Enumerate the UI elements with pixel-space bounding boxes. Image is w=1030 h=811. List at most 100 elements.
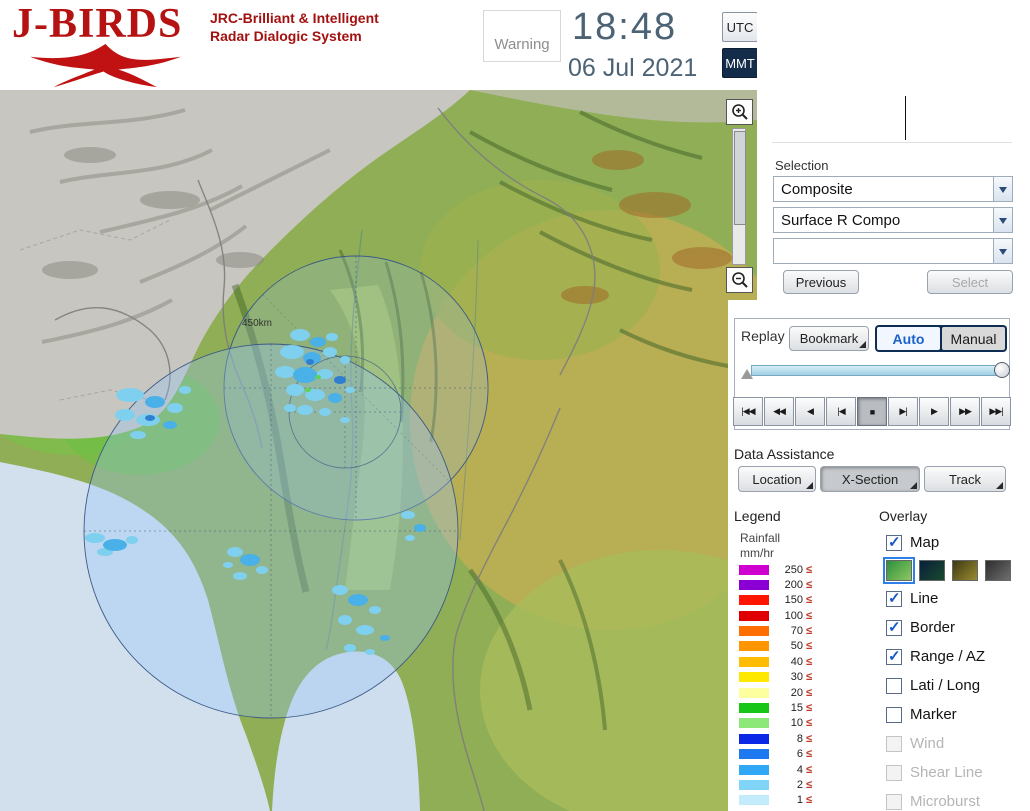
legend-color-swatch xyxy=(739,795,769,806)
legend-entry: 6 ≤ xyxy=(739,748,812,760)
less-equal-symbol: ≤ xyxy=(806,686,813,699)
checkbox-shear-line xyxy=(886,764,902,781)
legend-color-swatch xyxy=(739,703,769,714)
previous-button[interactable]: Previous xyxy=(783,270,859,294)
playback-fast-rewind-button[interactable]: ◀◀ xyxy=(764,397,794,426)
playback-play-button[interactable]: ▶ xyxy=(919,397,949,426)
mmt-toggle-button[interactable]: MMT xyxy=(722,48,758,78)
overlay-item-marker[interactable]: Marker xyxy=(886,700,1026,729)
overlay-item-map[interactable]: Map xyxy=(886,528,1026,557)
manual-mode-button[interactable]: Manual xyxy=(942,327,1005,350)
track-button[interactable]: Track xyxy=(924,466,1006,492)
zoom-out-button[interactable] xyxy=(726,267,753,293)
legend-entry: 15 ≤ xyxy=(739,702,813,715)
checkbox-range-az[interactable] xyxy=(886,647,902,665)
chevron-down-icon[interactable] xyxy=(993,208,1012,232)
replay-timeline-slider[interactable] xyxy=(741,362,1010,379)
checkbox-wind xyxy=(886,735,902,752)
overlay-item-range-az[interactable]: Range / AZ xyxy=(886,642,1026,671)
station-display[interactable] xyxy=(772,92,1012,143)
playback-step-back-button[interactable]: |◀ xyxy=(826,397,856,426)
overlay-item-label: Range / AZ xyxy=(910,648,986,665)
chevron-down-icon[interactable] xyxy=(993,239,1012,263)
app-logo-subtitle-line2: Radar Dialogic System xyxy=(210,28,362,44)
selection-dropdowns: Composite Surface R Compo xyxy=(773,176,1013,264)
overlay-item-label: Line xyxy=(910,590,939,607)
x-section-button[interactable]: X-Section xyxy=(820,466,920,492)
data-assistance-label: Data Assistance xyxy=(734,446,835,462)
legend-value: 8 xyxy=(796,732,803,745)
legend-value: 20 xyxy=(790,686,803,699)
selection-dropdown-2[interactable] xyxy=(773,238,1013,264)
utc-toggle-button[interactable]: UTC xyxy=(722,12,758,42)
map-viewport[interactable]: 450km xyxy=(0,90,757,811)
map-style-swatches xyxy=(883,557,1026,584)
map-style-terrain-green[interactable] xyxy=(883,557,915,584)
selection-dropdown-0[interactable]: Composite xyxy=(773,176,1013,202)
legend-value: 70 xyxy=(790,625,803,638)
overlay-item-label: Lati / Long xyxy=(910,677,981,694)
radar-composite-map[interactable]: 450km xyxy=(0,90,757,811)
auto-mode-button[interactable]: Auto xyxy=(877,327,940,350)
map-style-olive[interactable] xyxy=(952,560,978,581)
legend-scale: 250 ≤200 ≤150 ≤100 ≤70 ≤50 ≤40 ≤30 ≤20 ≤15 ≤10 ≤8 ≤6… xyxy=(739,564,812,806)
bookmark-button[interactable]: Bookmark xyxy=(789,326,869,351)
overlay-item-label: Map xyxy=(910,534,940,551)
dropdown-value: Composite xyxy=(781,180,853,198)
timeline-handle[interactable] xyxy=(994,362,1010,378)
playback-controls: |◀◀ ◀◀ ◀ |◀ ■ ▶| ▶ ▶▶ ▶▶| xyxy=(733,397,1011,426)
overlay-item-microburst: Microburst xyxy=(886,787,1026,811)
less-equal-symbol: ≤ xyxy=(806,702,813,715)
timeline-track[interactable] xyxy=(751,365,1003,376)
legend-value: 40 xyxy=(790,655,803,668)
checkbox-marker[interactable] xyxy=(886,706,902,723)
playback-jump-start-button[interactable]: |◀◀ xyxy=(733,397,763,426)
legend-color-swatch xyxy=(739,564,769,575)
text-cursor xyxy=(905,96,906,140)
zoom-out-icon xyxy=(731,272,748,288)
map-style-dark-blue[interactable] xyxy=(919,560,945,581)
less-equal-symbol: ≤ xyxy=(806,609,813,622)
playback-step-forward-button[interactable]: ▶| xyxy=(888,397,918,426)
clock-date: 06 Jul 2021 xyxy=(568,54,698,82)
legend-entry: 10 ≤ xyxy=(739,717,812,730)
replay-section: Replay Bookmark Auto Manual |◀◀ ◀◀ ◀ |◀ ■ ▶| ▶… xyxy=(733,318,1011,430)
map-style-dark-gray[interactable] xyxy=(985,560,1011,581)
legend-entry: 1 ≤ xyxy=(739,794,812,806)
replay-label: Replay xyxy=(741,328,785,344)
playback-stop-button[interactable]: ■ xyxy=(857,397,887,426)
legend-value: 200 xyxy=(784,578,803,591)
legend-color-swatch xyxy=(739,718,769,729)
legend-value: 100 xyxy=(784,609,803,622)
warning-label: Warning xyxy=(494,36,550,53)
checkbox-line[interactable] xyxy=(886,589,902,607)
less-equal-symbol: ≤ xyxy=(806,625,813,638)
playback-jump-end-button[interactable]: ▶▶| xyxy=(981,397,1011,426)
less-equal-symbol: ≤ xyxy=(806,671,813,684)
lower-panel: Replay Bookmark Auto Manual |◀◀ ◀◀ ◀ |◀ ■ ▶| ▶… xyxy=(728,300,1030,811)
legend-value: 10 xyxy=(790,717,803,730)
zoom-slider[interactable] xyxy=(732,128,746,265)
legend-value: 150 xyxy=(784,594,803,607)
checkbox-map[interactable] xyxy=(886,533,902,551)
legend-unit: Rainfall mm/hr xyxy=(740,531,780,561)
playback-fast-forward-button[interactable]: ▶▶ xyxy=(950,397,980,426)
dropdown-value: Surface R Compo xyxy=(781,211,901,229)
checkbox-lati-long[interactable] xyxy=(886,677,902,694)
legend-value: 15 xyxy=(790,702,803,715)
overlay-item-lati-long[interactable]: Lati / Long xyxy=(886,671,1026,700)
less-equal-symbol: ≤ xyxy=(806,594,813,607)
legend-color-swatch xyxy=(739,672,769,683)
overlay-item-border[interactable]: Border xyxy=(886,613,1026,642)
zoom-in-button[interactable] xyxy=(726,99,753,125)
overlay-checkbox-list: Map Line Border Range / AZ Lati / Long Marker… xyxy=(883,528,1026,811)
selection-dropdown-1[interactable]: Surface R Compo xyxy=(773,207,1013,233)
less-equal-symbol: ≤ xyxy=(806,563,813,576)
legend-color-swatch xyxy=(739,579,769,590)
checkbox-border[interactable] xyxy=(886,618,902,636)
zoom-slider-thumb[interactable] xyxy=(734,131,746,225)
overlay-item-line[interactable]: Line xyxy=(886,584,1026,613)
chevron-down-icon[interactable] xyxy=(993,177,1012,201)
location-button[interactable]: Location xyxy=(738,466,816,492)
playback-play-reverse-button[interactable]: ◀ xyxy=(795,397,825,426)
